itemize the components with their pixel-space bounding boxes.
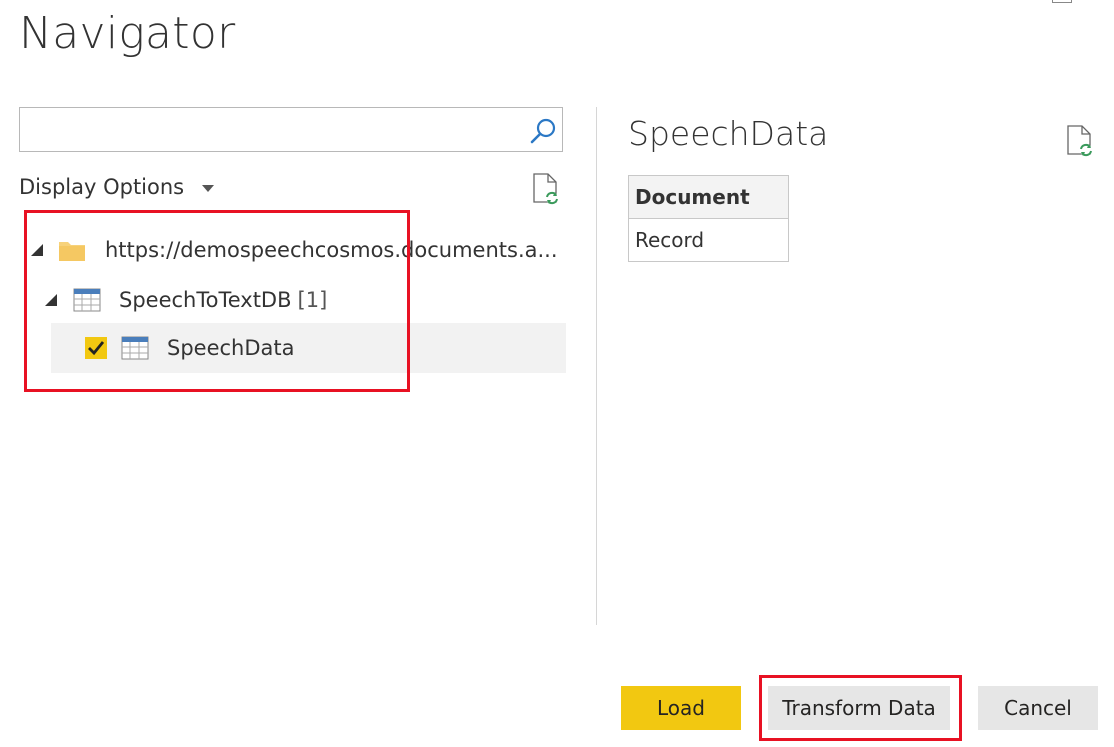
search-box[interactable] — [19, 107, 563, 152]
refresh-icon[interactable] — [1064, 124, 1096, 158]
preview-table: Document Record — [628, 175, 789, 262]
folder-icon — [59, 242, 85, 261]
search-icon[interactable] — [528, 116, 558, 146]
display-options-label: Display Options — [19, 175, 185, 199]
search-input[interactable] — [28, 116, 512, 144]
display-options-dropdown[interactable]: Display Options — [19, 175, 215, 199]
refresh-icon[interactable] — [530, 172, 562, 206]
page-title: Navigator — [19, 8, 236, 59]
table-icon — [121, 336, 149, 360]
transform-data-button[interactable]: Transform Data — [768, 686, 950, 730]
table-checkbox[interactable] — [85, 337, 107, 359]
expand-triangle-icon[interactable] — [31, 244, 43, 256]
tree-item-database[interactable]: SpeechToTextDB [1] — [45, 276, 327, 324]
tree-item-label: https://demospeechcosmos.documents.a... — [105, 238, 558, 262]
panel-divider — [596, 107, 597, 625]
tree-item-table[interactable]: SpeechData — [51, 323, 566, 373]
expand-triangle-icon[interactable] — [45, 294, 57, 306]
item-count: [1] — [297, 288, 328, 312]
restore-window-icon[interactable] — [1052, 0, 1072, 3]
tree-item-server[interactable]: https://demospeechcosmos.documents.a... — [31, 226, 558, 274]
checkmark-icon — [88, 341, 105, 356]
column-header[interactable]: Document — [628, 175, 789, 219]
tree-item-label: SpeechToTextDB — [119, 288, 292, 312]
preview-title: SpeechData — [628, 114, 829, 153]
chevron-down-icon — [202, 184, 215, 192]
load-button[interactable]: Load — [621, 686, 741, 730]
cancel-button[interactable]: Cancel — [978, 686, 1098, 730]
table-cell[interactable]: Record — [628, 218, 789, 262]
tree-item-label: SpeechData — [167, 336, 295, 360]
table-header-row: Document — [628, 175, 789, 219]
table-row: Record — [628, 218, 789, 262]
table-icon — [73, 288, 101, 312]
